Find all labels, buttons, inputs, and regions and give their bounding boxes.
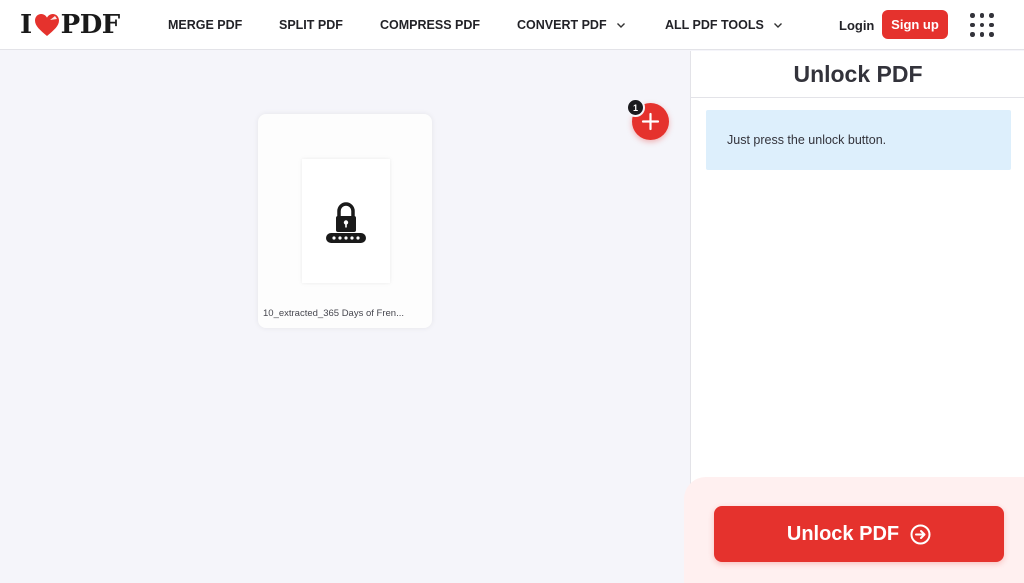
unlock-pdf-button[interactable]: Unlock PDF	[714, 506, 1004, 562]
sidebar-title: Unlock PDF	[691, 51, 1024, 98]
file-workspace: 10_extracted_365 Days of Fren... 1	[0, 51, 690, 583]
ilovepdf-logo[interactable]: I PDF	[20, 9, 120, 41]
file-card[interactable]: 10_extracted_365 Days of Fren...	[258, 114, 432, 328]
nav-compress-pdf[interactable]: COMPRESS PDF	[380, 0, 480, 50]
unlock-pdf-button-label: Unlock PDF	[786, 522, 900, 545]
file-name: 10_extracted_365 Days of Fren...	[263, 308, 404, 319]
nav-all-pdf-tools[interactable]: ALL PDF TOOLS	[665, 0, 783, 50]
grid-menu-icon[interactable]	[970, 13, 994, 37]
options-sidebar: Unlock PDF Just press the unlock button.…	[684, 51, 1024, 583]
login-link[interactable]: Login	[839, 0, 874, 50]
nav-all-pdf-tools-label: ALL PDF TOOLS	[665, 18, 764, 32]
chevron-down-icon	[616, 23, 625, 28]
nav-convert-pdf[interactable]: CONVERT PDF	[517, 0, 626, 50]
plus-icon	[641, 112, 660, 131]
info-message: Just press the unlock button.	[706, 110, 1011, 170]
nav-merge-pdf-label: MERGE PDF	[168, 18, 243, 32]
file-thumbnail	[302, 159, 390, 283]
signup-button[interactable]: Sign up	[882, 10, 948, 39]
heart-icon	[34, 14, 59, 36]
chevron-down-icon	[773, 23, 782, 28]
top-navbar: I PDF MERGE PDF SPLIT PDF COMPRESS PDF C…	[0, 0, 1024, 50]
arrow-right-circle-icon	[910, 524, 931, 544]
locked-file-icon	[326, 202, 366, 243]
info-message-text: Just press the unlock button.	[727, 133, 887, 147]
logo-text-right: PDF	[60, 10, 121, 40]
nav-merge-pdf[interactable]: MERGE PDF	[168, 0, 242, 50]
nav-split-pdf[interactable]: SPLIT PDF	[279, 0, 343, 50]
nav-split-pdf-label: SPLIT PDF	[279, 18, 343, 32]
logo-text-left: I	[20, 10, 32, 40]
file-count-badge: 1	[626, 98, 645, 117]
nav-compress-pdf-label: COMPRESS PDF	[380, 18, 481, 32]
nav-convert-pdf-label: CONVERT PDF	[517, 18, 607, 32]
